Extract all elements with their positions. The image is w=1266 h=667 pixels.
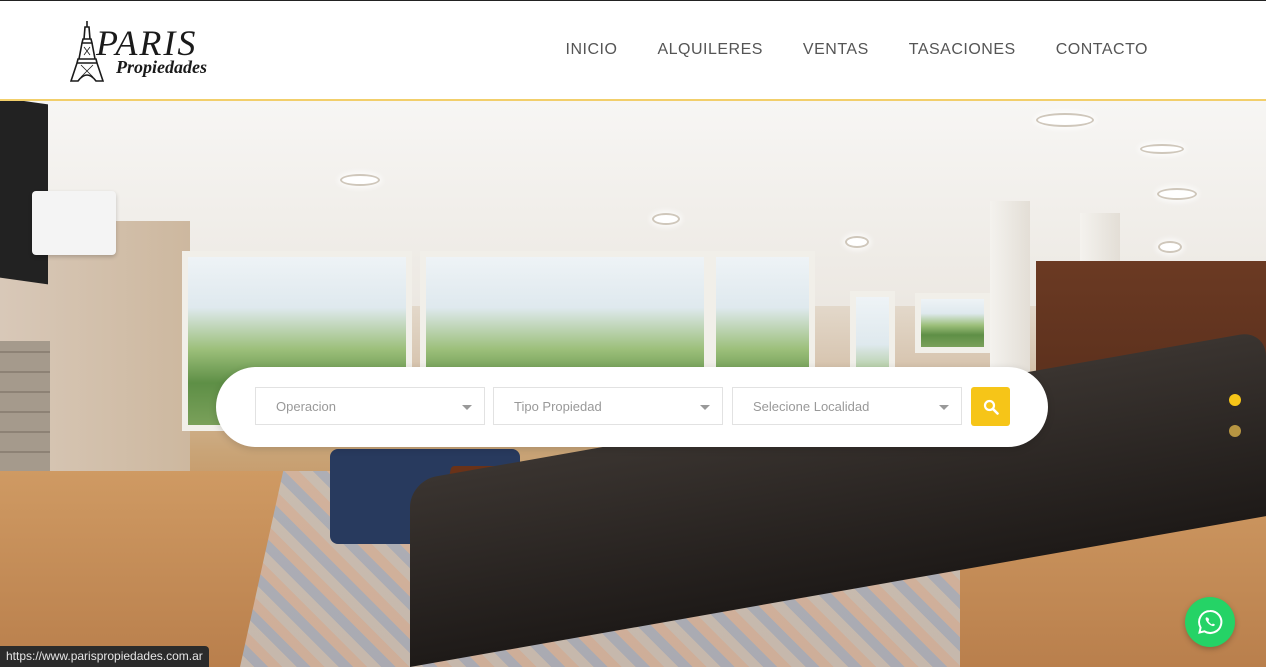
location-select[interactable]: Selecione Localidad [732, 387, 962, 425]
main-nav: INICIO ALQUILERES VENTAS TASACIONES CONT… [566, 41, 1148, 59]
operation-select[interactable]: Operacion [255, 387, 485, 425]
property-type-select-label: Tipo Propiedad [514, 399, 602, 414]
hero-slider: Operacion Tipo Propiedad Selecione Local… [0, 101, 1266, 667]
search-button[interactable] [971, 387, 1010, 426]
nav-item-inicio[interactable]: INICIO [566, 41, 618, 59]
logo[interactable]: PARIS Propiedades [70, 21, 240, 83]
site-header: PARIS Propiedades INICIO ALQUILERES VENT… [0, 1, 1266, 101]
location-select-label: Selecione Localidad [753, 399, 870, 414]
nav-item-contacto[interactable]: CONTACTO [1056, 41, 1148, 59]
property-type-select[interactable]: Tipo Propiedad [493, 387, 723, 425]
chevron-down-icon [462, 405, 472, 410]
search-bar: Operacion Tipo Propiedad Selecione Local… [216, 367, 1048, 447]
slider-dot-2[interactable] [1229, 425, 1241, 437]
whatsapp-button[interactable] [1185, 597, 1235, 647]
slider-dot-1[interactable] [1229, 394, 1241, 406]
nav-item-ventas[interactable]: VENTAS [803, 41, 869, 59]
chevron-down-icon [939, 405, 949, 410]
operation-select-label: Operacion [276, 399, 336, 414]
chevron-down-icon [700, 405, 710, 410]
status-bar-url: https://www.parispropiedades.com.ar [0, 646, 209, 667]
nav-item-tasaciones[interactable]: TASACIONES [909, 41, 1016, 59]
search-icon [983, 399, 999, 415]
whatsapp-icon [1198, 609, 1223, 634]
logo-subtitle: Propiedades [116, 57, 207, 77]
nav-item-alquileres[interactable]: ALQUILERES [657, 41, 762, 59]
